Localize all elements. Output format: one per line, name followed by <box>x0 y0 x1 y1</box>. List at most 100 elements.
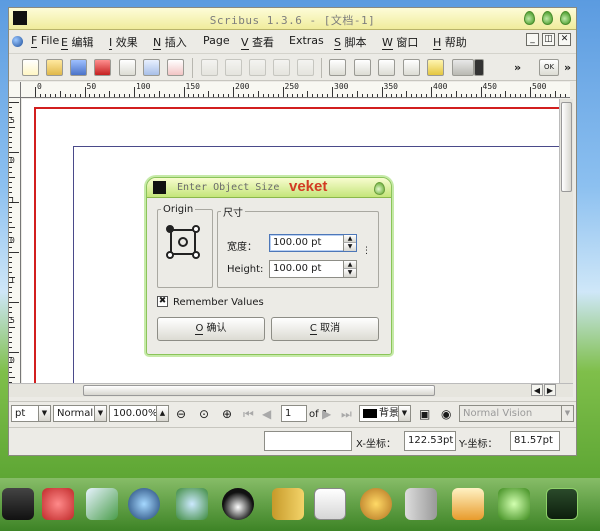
link-ratio-icon[interactable]: ⋮ <box>362 247 371 256</box>
ok-button[interactable]: O 确认 <box>157 317 265 341</box>
save-icon[interactable] <box>70 59 87 76</box>
origin-group: Origin <box>157 204 213 288</box>
paste-icon[interactable] <box>297 59 314 76</box>
origin-top-left-handle[interactable] <box>166 225 174 233</box>
minimize-drop-icon[interactable] <box>524 11 535 25</box>
origin-selector[interactable] <box>164 223 204 263</box>
last-page-icon[interactable]: ⏭ <box>341 407 352 422</box>
dialog-menu-icon[interactable] <box>153 181 166 194</box>
dialog-title-bar[interactable]: Enter Object Size veket <box>147 178 391 198</box>
dock-media-icon[interactable] <box>128 488 160 520</box>
image-frame-icon[interactable] <box>378 59 395 76</box>
dock-editor-icon[interactable] <box>86 488 118 520</box>
ok-tool-button[interactable]: OK <box>539 59 559 76</box>
height-input[interactable]: 100.00 pt ▲ ▼ <box>269 260 357 278</box>
origin-bottom-right-handle[interactable] <box>192 251 200 259</box>
menu-effects[interactable]: I 效果 <box>109 34 138 50</box>
vertical-scrollbar[interactable] <box>559 99 573 392</box>
dock-monitor-icon[interactable] <box>2 488 34 520</box>
toolbar-overflow-icon-2[interactable]: » <box>564 61 571 74</box>
dock-paint-icon[interactable] <box>360 488 392 520</box>
horizontal-scrollbar[interactable]: ◀ ▶ <box>9 383 573 397</box>
shape-tool-icon[interactable] <box>452 59 474 76</box>
new-document-icon[interactable] <box>22 59 39 76</box>
copy-icon[interactable] <box>273 59 290 76</box>
ruler-tick <box>228 94 230 97</box>
eye-icon[interactable]: ◉ <box>441 407 451 421</box>
open-folder-icon[interactable] <box>46 59 63 76</box>
ruler-tick <box>9 142 12 143</box>
doc-restore-button[interactable]: ◫ <box>542 33 555 46</box>
menu-edit[interactable]: E 编辑 <box>61 34 93 50</box>
app-globe-icon[interactable] <box>12 36 23 47</box>
origin-top-right-handle[interactable] <box>192 225 200 233</box>
close-document-icon[interactable] <box>94 59 111 76</box>
menu-help[interactable]: H 帮助 <box>433 34 467 50</box>
doc-minimize-button[interactable]: _ <box>526 33 539 46</box>
dock-network-icon[interactable] <box>176 488 208 520</box>
dock-files-icon[interactable] <box>272 488 304 520</box>
remember-values-checkbox[interactable]: ✖ <box>157 296 168 307</box>
redo-icon[interactable] <box>225 59 242 76</box>
vertical-ruler[interactable]: 5 0 1 0 1 5 0 <box>9 98 21 392</box>
dialog-close-drop-icon[interactable] <box>374 182 385 195</box>
undo-icon[interactable] <box>201 59 218 76</box>
menu-script[interactable]: S 脚本 <box>334 34 366 50</box>
select-tool-icon[interactable] <box>329 59 346 76</box>
zoom-out-icon[interactable]: ⊖ <box>176 407 186 421</box>
export-pdf-icon[interactable] <box>167 59 184 76</box>
unit-select[interactable]: pt ▼ <box>11 405 51 422</box>
dock-terminal-icon[interactable] <box>546 488 578 520</box>
main-toolbar: » OK » <box>9 53 576 81</box>
dock-qq-penguin-icon[interactable] <box>222 488 254 520</box>
page-number-input[interactable]: 1 <box>281 405 307 422</box>
menu-insert[interactable]: N 插入 <box>153 34 187 50</box>
zoom-in-icon[interactable]: ⊕ <box>222 407 232 421</box>
scroll-left-arrow-icon[interactable]: ◀ <box>531 384 543 396</box>
print-icon[interactable] <box>119 59 136 76</box>
layer-dropdown-button[interactable]: ▼ <box>398 405 411 422</box>
next-page-icon[interactable]: ▶ <box>322 407 331 421</box>
text-frame-icon[interactable] <box>354 59 371 76</box>
cancel-button[interactable]: C 取消 <box>271 317 379 341</box>
ruler-tick <box>178 94 180 97</box>
zoom-input[interactable]: 100.00% ▲ <box>109 405 169 422</box>
vertical-scroll-thumb[interactable] <box>561 102 572 192</box>
vision-select[interactable]: Normal Vision ▼ <box>459 405 574 422</box>
width-input[interactable]: 100.00 pt ▲ ▼ <box>269 234 357 252</box>
title-bar[interactable]: Scribus 1.3.6 - [文档-1] <box>9 8 576 30</box>
close-drop-icon[interactable] <box>560 11 571 25</box>
doc-close-button[interactable]: ✕ <box>558 33 571 46</box>
dock-help-icon[interactable] <box>498 488 530 520</box>
dock-game-icon[interactable] <box>452 488 484 520</box>
ruler-tick <box>530 87 531 97</box>
dock-bird-icon[interactable] <box>42 488 74 520</box>
origin-bottom-left-handle[interactable] <box>166 251 174 259</box>
zoom-100-icon[interactable]: ⊙ <box>199 407 209 421</box>
menu-view[interactable]: V 查看 <box>241 34 274 50</box>
cut-icon[interactable] <box>249 59 266 76</box>
preflight-icon[interactable] <box>143 59 160 76</box>
first-page-icon[interactable]: ⏮ <box>243 407 254 422</box>
shape-dropdown-icon[interactable] <box>474 59 484 76</box>
menu-page[interactable]: Page <box>203 34 230 47</box>
scroll-right-arrow-icon[interactable]: ▶ <box>544 384 556 396</box>
horizontal-scroll-thumb[interactable] <box>83 385 435 396</box>
dock-chart-icon[interactable] <box>314 488 346 520</box>
ruler-tick <box>9 287 12 288</box>
ruler-tick <box>188 94 190 97</box>
menu-file[interactable]: F File <box>31 34 59 48</box>
menu-extras[interactable]: Extras <box>289 34 324 47</box>
color-management-icon[interactable]: ▣ <box>419 407 430 421</box>
toolbar-overflow-icon[interactable]: » <box>514 61 521 74</box>
ruler-tick <box>267 94 269 97</box>
dock-usb-icon[interactable] <box>405 488 437 520</box>
horizontal-ruler[interactable]: 0 50 100 150 200 250 300 350 400 450 500 <box>21 82 570 98</box>
menu-window[interactable]: W 窗口 <box>382 34 418 50</box>
maximize-drop-icon[interactable] <box>542 11 553 25</box>
ruler-label: 100 <box>136 82 151 91</box>
render-frame-icon[interactable] <box>403 59 420 76</box>
preview-mode-select[interactable]: Normal ▼ <box>53 405 107 422</box>
previous-page-icon[interactable]: ◀ <box>262 407 271 421</box>
table-icon[interactable] <box>427 59 444 76</box>
